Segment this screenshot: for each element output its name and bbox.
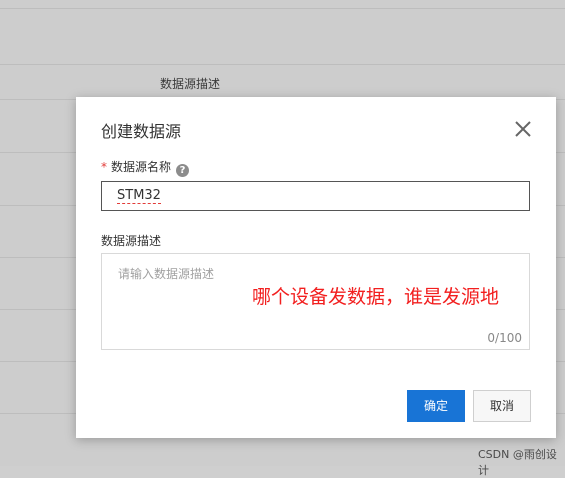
row-divider — [0, 8, 565, 9]
close-button[interactable] — [512, 118, 534, 140]
required-mark: * — [101, 160, 107, 174]
help-icon[interactable]: ? — [176, 164, 190, 177]
confirm-button[interactable]: 确定 — [407, 390, 465, 422]
name-field-label-row: * 数据源名称? — [101, 158, 190, 177]
desc-placeholder: 请输入数据源描述 — [118, 267, 215, 281]
row-divider — [0, 64, 565, 65]
column-header-description: 数据源描述 — [160, 77, 221, 91]
watermark: CSDN @雨创设计 — [478, 448, 557, 477]
desc-field-label: 数据源描述 — [101, 234, 162, 248]
char-counter: 0/100 — [487, 331, 522, 345]
name-field-label: 数据源名称 — [111, 160, 172, 174]
red-annotation-text: 哪个设备发数据，谁是发源地 — [252, 286, 500, 308]
cancel-button[interactable]: 取消 — [473, 390, 531, 422]
datasource-name-input[interactable]: STM32 — [101, 181, 530, 211]
name-input-value: STM32 — [117, 188, 161, 204]
close-icon — [515, 121, 531, 137]
dialog-title: 创建数据源 — [101, 122, 182, 141]
create-datasource-dialog: 创建数据源 * 数据源名称? STM32 数据源描述 请输入数据源描述 0/100… — [76, 97, 556, 438]
